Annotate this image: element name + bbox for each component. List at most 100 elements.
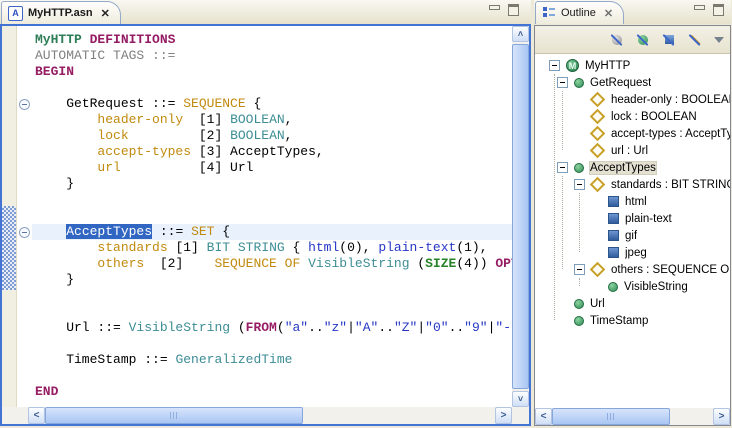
maximize-icon[interactable] — [710, 3, 726, 18]
code-line[interactable] — [32, 336, 512, 352]
annotation-ruler[interactable] — [2, 26, 17, 407]
outline-tree: MMyHTTPGetRequest header-only : BOOLEAN lo… — [535, 54, 730, 408]
scroll-down-icon[interactable]: ˅ — [512, 391, 529, 407]
code-line[interactable] — [32, 208, 512, 224]
editor-pane: A MyHTTP.asn ✕ MyHTTP DEFINITIONSAUTOMAT… — [0, 0, 531, 426]
outline-item-standards-bit-string[interactable]: standards : BIT STRING — [535, 176, 730, 193]
outline-item-html[interactable]: html — [535, 193, 730, 210]
code-line[interactable] — [32, 80, 512, 96]
code-line[interactable]: BEGIN — [32, 64, 512, 80]
outline-toolbar — [535, 26, 730, 54]
outline-item-label: VisibleString — [624, 281, 688, 293]
horizontal-scroll-track[interactable] — [303, 407, 495, 424]
code-line[interactable] — [32, 304, 512, 320]
outline-item-label: html — [625, 196, 647, 208]
scroll-left-icon[interactable]: < — [28, 407, 45, 424]
outline-item-plain-text[interactable]: plain-text — [535, 210, 730, 227]
code-line[interactable]: url [4] Url — [32, 160, 512, 176]
horizontal-scroll-thumb[interactable] — [552, 408, 670, 425]
outline-item-url[interactable]: Url — [535, 295, 730, 312]
outline-item-accept-types-accepttypes[interactable]: accept-types : AcceptTypes — [535, 125, 730, 142]
scroll-right-icon[interactable]: > — [713, 408, 730, 425]
tree-collapse-icon[interactable] — [557, 77, 568, 88]
code-line[interactable] — [32, 368, 512, 384]
code-line[interactable]: AcceptTypes ::= SET { — [32, 224, 512, 240]
outline-item-header-only-boolean[interactable]: header-only : BOOLEAN — [535, 91, 730, 108]
vertical-scrollbar[interactable]: ˄ ˅ — [512, 26, 529, 407]
crossed-gold-slash-icon[interactable] — [686, 32, 704, 48]
code-line[interactable]: lock [2] BOOLEAN, — [32, 128, 512, 144]
code-line[interactable]: standards [1] BIT STRING { html(0), plai… — [32, 240, 512, 256]
outline-item-url-url[interactable]: url : Url — [535, 142, 730, 159]
code-line[interactable]: AUTOMATIC TAGS ::= — [32, 48, 512, 64]
scrollbar-corner — [512, 407, 529, 424]
view-menu-dropdown-icon[interactable] — [714, 37, 724, 43]
code-lines[interactable]: MyHTTP DEFINITIONSAUTOMATIC TAGS ::=BEGI… — [32, 26, 512, 407]
vertical-scroll-track[interactable] — [512, 42, 529, 391]
horizontal-scroll-thumb[interactable] — [45, 407, 303, 424]
code-line[interactable]: MyHTTP DEFINITIONS — [32, 32, 512, 48]
type-icon — [574, 163, 584, 173]
outline-item-getrequest[interactable]: GetRequest — [535, 74, 730, 91]
outline-item-myhttp[interactable]: MMyHTTP — [535, 57, 730, 74]
editor-body: MyHTTP DEFINITIONSAUTOMATIC TAGS ::=BEGI… — [0, 24, 531, 426]
code-line[interactable]: header-only [1] BOOLEAN, — [32, 112, 512, 128]
outline-close-icon[interactable]: ✕ — [604, 7, 613, 20]
horizontal-scroll-track[interactable] — [670, 408, 713, 425]
code-line[interactable]: END — [32, 384, 512, 400]
tab-outline[interactable]: Outline ✕ — [535, 1, 624, 24]
tree-collapse-icon[interactable] — [557, 162, 568, 173]
code-line[interactable]: accept-types [3] AcceptTypes, — [32, 144, 512, 160]
outline-item-others-sequence-of[interactable]: others : SEQUENCE OF — [535, 261, 730, 278]
minimize-icon[interactable] — [691, 3, 707, 18]
code-line[interactable]: } — [32, 176, 512, 192]
crossed-gray-circle-icon[interactable] — [608, 32, 626, 48]
outline-item-label: plain-text — [625, 213, 672, 225]
outline-item-jpeg[interactable]: jpeg — [535, 244, 730, 261]
tab-title: MyHTTP.asn — [28, 7, 93, 19]
code-line[interactable]: GetRequest ::= SEQUENCE { — [32, 96, 512, 112]
code-line[interactable]: others [2] SEQUENCE OF VisibleString (SI… — [32, 256, 512, 272]
outline-item-label: jpeg — [625, 247, 647, 259]
type-icon — [574, 316, 584, 326]
tree-collapse-icon[interactable] — [549, 60, 560, 71]
tab-myhttp-asn[interactable]: A MyHTTP.asn ✕ — [1, 1, 121, 24]
outline-item-label: header-only : BOOLEAN — [611, 94, 730, 106]
type-icon — [608, 282, 618, 292]
collapse-fold-icon[interactable] — [19, 227, 30, 238]
outline-item-lock-boolean[interactable]: lock : BOOLEAN — [535, 108, 730, 125]
tab-close-icon[interactable]: ✕ — [101, 7, 110, 20]
value-icon — [608, 230, 619, 241]
tree-connector — [554, 74, 555, 320]
code-line[interactable]: Url ::= VisibleString (FROM("a".."z"|"A"… — [32, 320, 512, 336]
tree-collapse-icon[interactable] — [574, 264, 585, 275]
code-line[interactable]: } — [32, 272, 512, 288]
scroll-right-icon[interactable]: > — [495, 407, 512, 424]
outline-horizontal-scrollbar[interactable]: < > — [535, 408, 730, 425]
collapse-fold-icon[interactable] — [19, 99, 30, 110]
tree-collapse-icon[interactable] — [574, 179, 585, 190]
outline-item-timestamp[interactable]: TimeStamp — [535, 312, 730, 329]
horizontal-scrollbar[interactable]: < > — [2, 407, 529, 424]
crossed-green-circle-icon[interactable] — [634, 32, 652, 48]
outline-item-gif[interactable]: gif — [535, 227, 730, 244]
workbench: A MyHTTP.asn ✕ MyHTTP DEFINITIONSAUTOMAT… — [0, 0, 732, 428]
outline-title: Outline — [561, 7, 596, 19]
maximize-icon[interactable] — [505, 3, 521, 18]
vertical-scroll-thumb[interactable] — [512, 44, 529, 389]
folding-ruler[interactable] — [17, 26, 32, 407]
code-line[interactable] — [32, 192, 512, 208]
tree-connector — [579, 278, 580, 286]
crossed-blue-square-icon[interactable] — [660, 32, 678, 48]
outline-item-label: standards : BIT STRING — [611, 179, 730, 191]
code-line[interactable] — [32, 288, 512, 304]
tree-connector — [562, 91, 563, 150]
outline-item-accepttypes[interactable]: AcceptTypes — [535, 159, 730, 176]
scroll-left-icon[interactable]: < — [535, 408, 552, 425]
outline-item-visiblestring[interactable]: VisibleString — [535, 278, 730, 295]
minimize-icon[interactable] — [486, 3, 502, 18]
scroll-up-icon[interactable]: ˄ — [512, 26, 529, 42]
type-icon — [574, 299, 584, 309]
outline-view-icon — [542, 6, 556, 20]
code-line[interactable]: TimeStamp ::= GeneralizedTime — [32, 352, 512, 368]
